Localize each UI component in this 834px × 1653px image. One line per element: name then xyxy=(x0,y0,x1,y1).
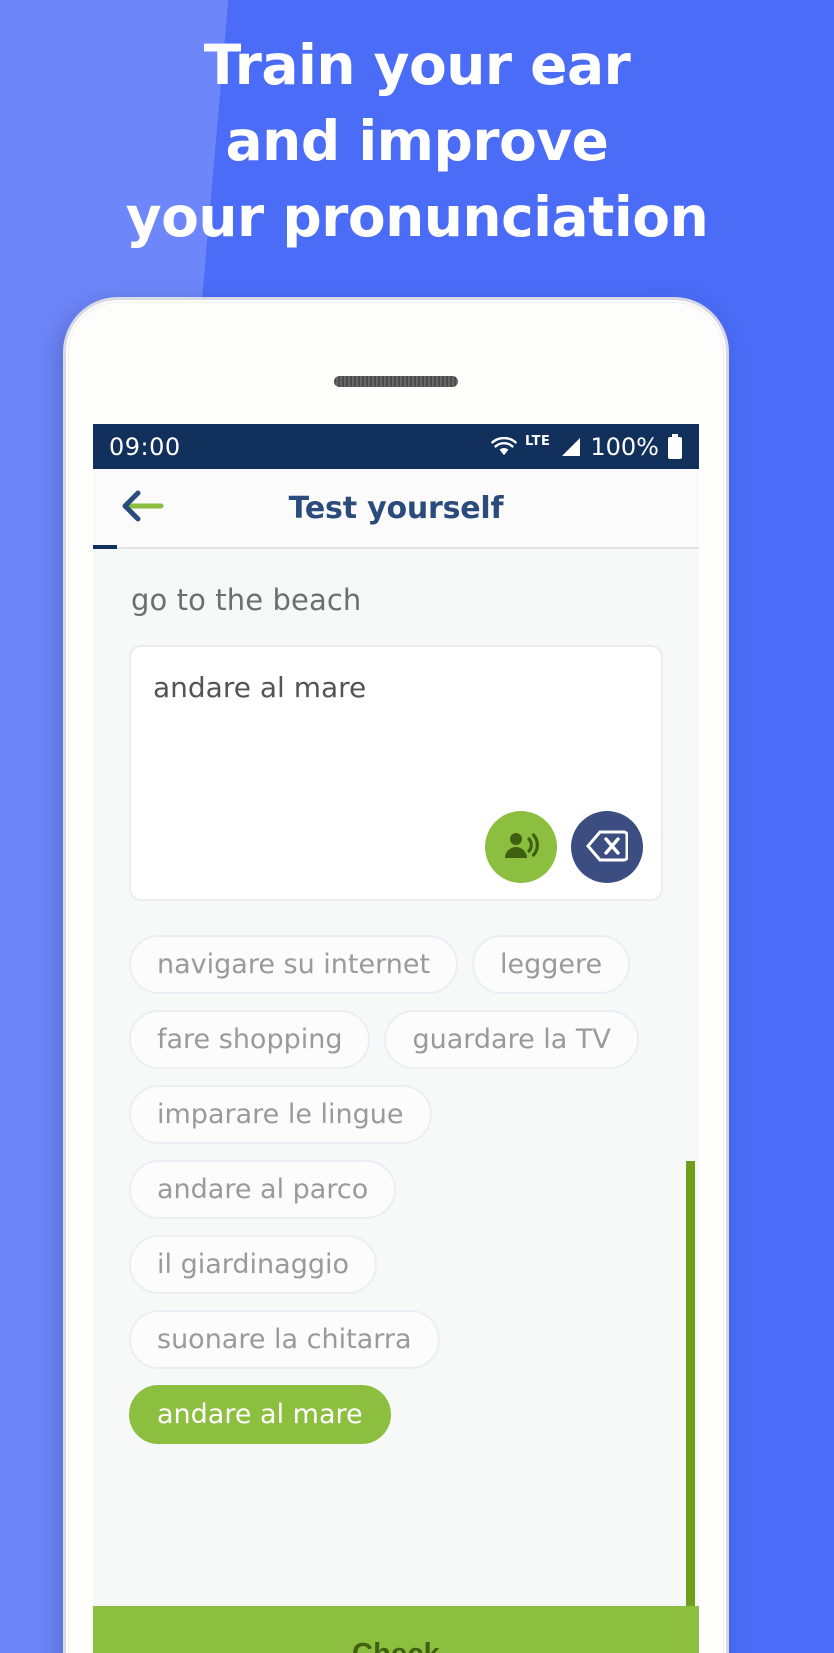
word-option-chip[interactable]: guardare la TV xyxy=(384,1010,639,1069)
word-option-chip[interactable]: andare al mare xyxy=(129,1385,391,1444)
answer-input-value[interactable]: andare al mare xyxy=(131,647,661,728)
speaker-person-icon xyxy=(501,826,541,869)
word-option-chip[interactable]: andare al parco xyxy=(129,1160,397,1219)
network-type-label: LTE xyxy=(524,434,551,449)
word-option-chip[interactable]: navigare su internet xyxy=(129,935,459,994)
backspace-delete-icon xyxy=(586,829,629,866)
word-option-chip[interactable]: il giardinaggio xyxy=(129,1235,377,1294)
phone-earpiece-speaker xyxy=(334,376,458,387)
status-indicators: LTE 100% xyxy=(491,433,683,461)
status-time: 09:00 xyxy=(109,432,181,461)
status-bar: 09:00 LTE 100% xyxy=(93,424,699,469)
signal-bars-icon xyxy=(558,436,582,458)
word-option-chip[interactable]: suonare la chitarra xyxy=(129,1310,440,1369)
answer-action-buttons xyxy=(485,811,643,883)
phone-screen: 09:00 LTE 100% Test yourself go to the b… xyxy=(93,424,699,1653)
back-button[interactable] xyxy=(119,488,165,528)
app-bar: Test yourself xyxy=(93,469,699,549)
battery-percent-label: 100% xyxy=(590,432,659,461)
options-scrollbar[interactable] xyxy=(686,1161,695,1648)
listen-button[interactable] xyxy=(485,811,557,883)
word-option-chip[interactable]: fare shopping xyxy=(129,1010,371,1069)
phone-device-frame: 09:00 LTE 100% Test yourself go to the b… xyxy=(66,300,726,1653)
word-option-chip[interactable]: imparare le lingue xyxy=(129,1085,432,1144)
promo-screenshot: Train your ear and improve your pronunci… xyxy=(0,0,834,1653)
word-option-chip[interactable]: leggere xyxy=(472,935,631,994)
check-button[interactable]: Check xyxy=(93,1606,699,1653)
wifi-icon xyxy=(491,436,517,457)
exercise-content: go to the beach andare al mare navigare … xyxy=(93,549,699,1653)
prompt-text: go to the beach xyxy=(131,583,362,617)
promo-headline: Train your ear and improve your pronunci… xyxy=(125,33,709,249)
back-arrow-icon xyxy=(120,489,164,527)
word-options-list: navigare su internet leggere fare shopping… xyxy=(129,935,657,1444)
backspace-button[interactable] xyxy=(571,811,643,883)
answer-input-box[interactable]: andare al mare xyxy=(129,645,663,901)
page-title: Test yourself xyxy=(288,490,504,526)
battery-full-icon xyxy=(667,433,683,460)
